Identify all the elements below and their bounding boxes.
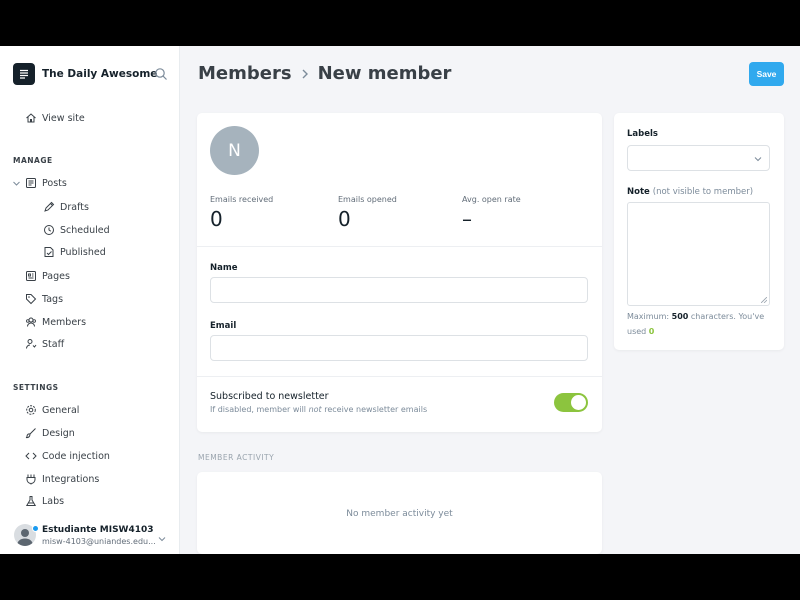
brand-title: The Daily Awesome (42, 68, 158, 80)
sidebar-item-label: Code injection (42, 450, 110, 462)
chevron-down-icon[interactable] (157, 534, 167, 544)
pencil-icon (44, 201, 55, 212)
sidebar-item-label: Published (60, 246, 106, 258)
note-help-text: Maximum: 500 characters. You've used 0 (627, 312, 765, 336)
status-dot (32, 525, 39, 532)
home-icon (26, 113, 36, 123)
sidebar-item-staff[interactable]: Staff (25, 338, 64, 350)
sidebar-item-drafts[interactable]: Drafts (43, 201, 89, 213)
stat-avg-open-rate: Avg. open rate – (462, 195, 521, 231)
chevron-down-icon[interactable] (12, 179, 21, 188)
page-title: New member (317, 63, 452, 84)
sidebar-item-code-injection[interactable]: Code injection (25, 450, 110, 462)
sidebar-item-label: Pages (42, 270, 70, 282)
gear-icon (26, 405, 36, 415)
sidebar-item-pages[interactable]: Pages (25, 270, 70, 282)
labels-label: Labels (627, 129, 658, 139)
newsletter-toggle[interactable] (554, 393, 588, 412)
sidebar-item-scheduled[interactable]: Scheduled (43, 224, 110, 236)
settings-heading: SETTINGS (13, 383, 59, 392)
posts-icon (26, 178, 36, 188)
sidebar-item-label: Members (42, 316, 87, 328)
chevron-down-icon (754, 157, 762, 162)
labels-select[interactable] (627, 145, 770, 171)
brand-logo-icon (13, 63, 35, 85)
sidebar-item-label: Staff (42, 338, 65, 350)
stat-value: 0 (338, 207, 351, 231)
sidebar: The Daily Awesome View site MANAGE Posts… (0, 46, 180, 554)
stat-value: – (462, 207, 472, 231)
member-side-panel: Labels Note (not visible to member) Maxi… (614, 113, 784, 350)
stat-label: Avg. open rate (462, 195, 521, 204)
stat-emails-opened: Emails opened 0 (338, 195, 397, 231)
code-icon (25, 452, 37, 460)
clock-icon (44, 225, 54, 235)
sidebar-item-design[interactable]: Design (25, 427, 75, 439)
integrations-icon (26, 474, 36, 485)
sidebar-item-label: Posts (42, 177, 67, 189)
app-window: The Daily Awesome View site MANAGE Posts… (0, 46, 800, 554)
note-label: Note (not visible to member) (627, 187, 754, 197)
brand[interactable]: The Daily Awesome (13, 63, 157, 85)
sidebar-item-integrations[interactable]: Integrations (25, 473, 99, 485)
breadcrumb-members[interactable]: Members (198, 63, 292, 84)
member-activity-heading: MEMBER ACTIVITY (198, 453, 275, 462)
sidebar-item-label: Scheduled (60, 224, 110, 236)
sidebar-item-label: Tags (42, 293, 64, 305)
sidebar-item-label: Integrations (42, 473, 100, 485)
breadcrumb: Members New member (198, 63, 451, 84)
user-name: Estudiante MISW4103 (42, 524, 154, 535)
sidebar-item-tags[interactable]: Tags (25, 293, 63, 305)
user-email: misw-4103@uniandes.edu... (42, 536, 156, 546)
sidebar-item-label: Design (42, 427, 75, 439)
published-icon (44, 247, 54, 257)
stat-label: Emails received (210, 195, 274, 204)
member-activity-card: No member activity yet (197, 472, 602, 554)
sidebar-item-label: Drafts (60, 201, 89, 213)
divider (197, 246, 602, 247)
email-field[interactable] (210, 335, 588, 361)
sidebar-item-posts[interactable]: Posts (25, 177, 67, 189)
sidebar-item-label: Labs (42, 495, 65, 507)
toggle-knob (571, 395, 586, 410)
note-textarea[interactable] (627, 202, 770, 306)
pages-icon (26, 271, 36, 281)
stat-label: Emails opened (338, 195, 397, 204)
name-label: Name (210, 263, 238, 273)
members-icon (26, 317, 36, 327)
sidebar-item-label: General (42, 404, 80, 416)
staff-icon (26, 339, 37, 349)
newsletter-title: Subscribed to newsletter (210, 391, 329, 402)
sidebar-item-labs[interactable]: Labs (25, 495, 64, 507)
email-label: Email (210, 321, 237, 331)
newsletter-description: If disabled, member will not receive new… (210, 405, 428, 414)
member-details-card: N Emails received 0 Emails opened 0 Avg.… (197, 113, 602, 432)
divider (197, 376, 602, 377)
stat-value: 0 (210, 207, 223, 231)
tag-icon (26, 294, 37, 305)
name-field[interactable] (210, 277, 588, 303)
note-hint: (not visible to member) (652, 187, 754, 197)
resize-handle-icon[interactable] (761, 297, 767, 303)
sidebar-item-label: View site (42, 112, 85, 124)
letterbox-top (0, 0, 800, 46)
stat-emails-received: Emails received 0 (210, 195, 273, 231)
brush-icon (25, 428, 36, 439)
letterbox-bottom (0, 554, 800, 600)
member-avatar: N (210, 126, 259, 175)
sidebar-item-view-site[interactable]: View site (25, 112, 85, 124)
flask-icon (25, 496, 37, 506)
chevron-right-icon (302, 69, 308, 78)
sidebar-item-general[interactable]: General (25, 404, 79, 416)
activity-empty-state: No member activity yet (346, 509, 453, 519)
sidebar-item-members[interactable]: Members (25, 316, 86, 328)
manage-heading: MANAGE (13, 156, 53, 165)
save-button[interactable]: Save (749, 62, 784, 86)
sidebar-item-published[interactable]: Published (43, 246, 106, 258)
search-icon[interactable] (154, 67, 168, 81)
